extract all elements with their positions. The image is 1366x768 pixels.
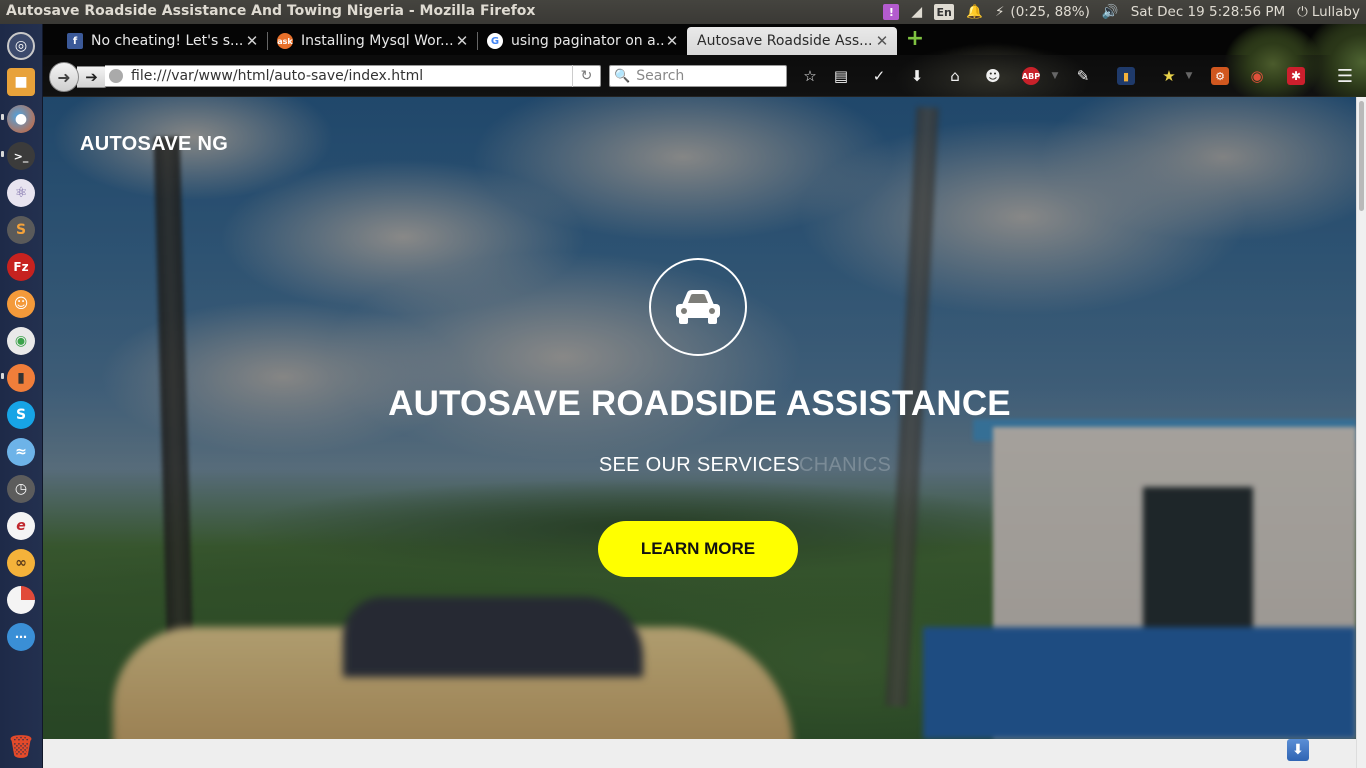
vlc-icon[interactable]: ∞ (7, 549, 35, 577)
back-forward-group: ➔ ➜ (49, 62, 109, 92)
keyboard-indicator[interactable]: En (928, 0, 960, 24)
tab-label: Installing Mysql Wor... (301, 33, 454, 49)
tab-google[interactable]: G using paginator on a... ✕ (477, 27, 687, 55)
reload-icon[interactable]: ↻ (572, 65, 600, 87)
idea-icon[interactable]: ★ (1159, 67, 1179, 85)
keyboard-layout-badge: En (934, 4, 955, 20)
hero-subtitle: SEE OUR SERVICES (598, 454, 801, 476)
tab-autosave-active[interactable]: Autosave Roadside Ass... ✕ (687, 27, 897, 55)
hero-section: AUTOSAVE NG AUTOSAVE ROADSIDE ASSISTANCE… (43, 97, 1356, 739)
unity-launcher: ◎ ■ ● >_ ⚛ S Fz ☺ ◉ ▮ S ≈ ◷ e ∞ ⋯ 🗑 (0, 24, 43, 768)
window-title: Autosave Roadside Assistance And Towing … (6, 3, 536, 19)
facebook-icon: f (67, 33, 83, 49)
page-viewport: AUTOSAVE NG AUTOSAVE ROADSIDE ASSISTANCE… (43, 97, 1356, 768)
search-icon: 🔍 (614, 68, 631, 84)
search-input[interactable]: 🔍 Search (609, 65, 787, 87)
back-button[interactable]: ➜ (49, 62, 79, 92)
search-placeholder: Search (636, 68, 685, 84)
wifi-icon: ◢ (911, 4, 923, 20)
text-editor-icon[interactable]: e (7, 512, 35, 540)
panel-indicators: ! ◢ En 🔔 ⚡ (0:25, 88%) 🔊 Sat Dec 19 5:28:… (877, 0, 1366, 24)
lock-icon[interactable]: ◉ (1247, 67, 1267, 85)
close-icon[interactable]: ✕ (245, 32, 259, 50)
hero-title: AUTOSAVE ROADSIDE ASSISTANCE (388, 384, 1011, 423)
files-icon[interactable]: ■ (7, 68, 35, 96)
lastpass-icon[interactable]: ✱ (1287, 67, 1305, 85)
car-icon-svg (676, 290, 720, 324)
clock-app-icon[interactable]: ◷ (7, 475, 35, 503)
bookmark-star-icon[interactable]: ☆ (800, 67, 820, 85)
close-icon[interactable]: ✕ (875, 32, 889, 50)
running-pip (1, 114, 4, 120)
tab-askubuntu[interactable]: ask Installing Mysql Wor... ✕ (267, 27, 477, 55)
tab-label: No cheating! Let's s... (91, 33, 244, 49)
skype-icon[interactable]: S (7, 401, 35, 429)
settings-toggle-icon[interactable]: ◉ (7, 327, 35, 355)
url-input[interactable]: file:///var/www/html/auto-save/index.htm… (131, 68, 572, 84)
power-icon: ⏻ (1297, 4, 1308, 20)
new-tab-button[interactable]: + (905, 28, 925, 50)
terminal-icon[interactable]: >_ (7, 142, 35, 170)
tab-facebook[interactable]: f No cheating! Let's s... ✕ (57, 27, 267, 55)
askubuntu-icon: ask (277, 33, 293, 49)
firefox-icon[interactable]: ● (7, 105, 35, 133)
ubuntu-one-icon[interactable]: ⚙ (1211, 67, 1229, 85)
analytics-icon[interactable]: ▮ (1117, 67, 1135, 85)
ubuntu-software-icon[interactable]: ☺ (7, 290, 35, 318)
learn-more-button[interactable]: LEARN MORE (598, 521, 798, 577)
trash-icon[interactable]: 🗑 (7, 733, 35, 761)
chart-app-icon[interactable] (7, 586, 35, 614)
close-icon[interactable]: ✕ (455, 32, 469, 50)
atom-icon[interactable]: ⚛ (7, 179, 35, 207)
pen-icon[interactable]: ✎ (1073, 67, 1093, 85)
downloads-icon[interactable]: ⬇ (907, 67, 927, 85)
media-player-icon[interactable]: ▮ (7, 364, 35, 392)
scroll-down-button[interactable]: ⬇ (1287, 739, 1309, 761)
tab-label: Autosave Roadside Ass... (697, 33, 873, 49)
globe-icon (109, 69, 123, 83)
running-pip (1, 373, 4, 379)
alert-icon: ! (883, 4, 900, 20)
chat-icon[interactable]: ☻ (983, 67, 1003, 85)
messaging-indicator[interactable]: 🔔 (960, 0, 989, 24)
messenger-icon[interactable]: ≈ (7, 438, 35, 466)
filezilla-icon[interactable]: Fz (7, 253, 35, 281)
ubuntu-dash-icon[interactable]: ◎ (7, 32, 35, 60)
session-indicator[interactable]: ⏻ Lullaby (1291, 0, 1366, 24)
forward-button[interactable]: ➔ (77, 66, 107, 88)
browser-tab-strip: f No cheating! Let's s... ✕ ask Installi… (43, 24, 1366, 55)
dropdown-arrow-icon[interactable]: ▼ (1179, 67, 1199, 85)
sublime-text-icon[interactable]: S (7, 216, 35, 244)
dropdown-arrow-icon[interactable]: ▼ (1045, 67, 1065, 85)
running-pip (1, 151, 4, 157)
browser-nav-bar: ➔ ➜ file:///var/www/html/auto-save/index… (43, 24, 1366, 97)
datetime-text: Sat Dec 19 5:28:56 PM (1130, 4, 1286, 20)
battery-indicator[interactable]: ⚡ (0:25, 88%) (989, 0, 1096, 24)
car-icon (649, 258, 747, 356)
network-indicator[interactable]: ◢ (905, 0, 928, 24)
pocket-icon[interactable]: ✓ (869, 67, 889, 85)
menu-icon[interactable]: ☰ (1335, 66, 1355, 87)
ubuntu-top-panel: Autosave Roadside Assistance And Towing … (0, 0, 1366, 24)
brand-logo[interactable]: AUTOSAVE NG (80, 133, 228, 156)
scrollbar-thumb[interactable] (1359, 101, 1364, 211)
notification-indicator[interactable]: ! (877, 0, 905, 24)
tab-label: using paginator on a... (511, 33, 665, 49)
bell-icon: 🔔 (966, 4, 983, 20)
page-scrollbar[interactable] (1356, 97, 1366, 768)
music-title: Lullaby (1311, 4, 1360, 20)
battery-icon: ⚡ (994, 4, 1005, 20)
hero-subtitle-fading-text: CHANICS (799, 454, 892, 476)
battery-status: (0:25, 88%) (1010, 4, 1090, 20)
clock-indicator[interactable]: Sat Dec 19 5:28:56 PM (1125, 0, 1291, 24)
url-bar[interactable]: file:///var/www/html/auto-save/index.htm… (105, 65, 601, 87)
close-icon[interactable]: ✕ (665, 32, 679, 50)
reading-list-icon[interactable]: ▤ (831, 67, 851, 85)
volume-icon: 🔊 (1101, 4, 1119, 20)
adblock-plus-icon[interactable]: ABP (1022, 67, 1040, 85)
more-apps-icon[interactable]: ⋯ (7, 623, 35, 651)
google-icon: G (487, 33, 503, 49)
sound-indicator[interactable]: 🔊 (1096, 0, 1125, 24)
home-icon[interactable]: ⌂ (945, 67, 965, 85)
